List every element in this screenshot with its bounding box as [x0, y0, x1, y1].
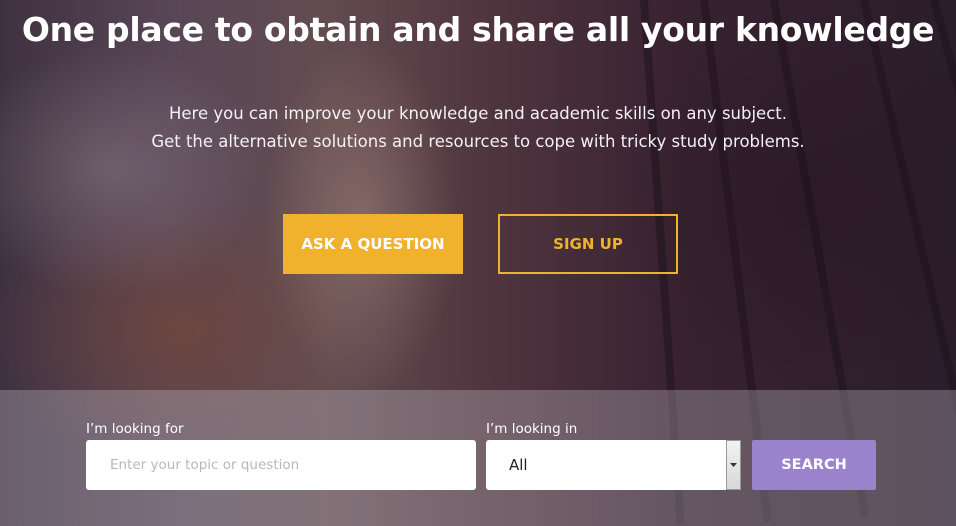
category-select-value: All [509, 456, 528, 474]
ask-question-button[interactable]: ASK A QUESTION [283, 214, 463, 274]
dropdown-arrow-icon[interactable] [726, 440, 741, 490]
page-title: One place to obtain and share all your k… [21, 10, 935, 49]
topic-search-input[interactable] [86, 440, 476, 490]
subtitle-line-1: Here you can improve your knowledge and … [168, 104, 787, 123]
looking-in-label: I’m looking in [486, 421, 578, 437]
subtitle-line-2: Get the alternative solutions and resour… [151, 132, 805, 151]
looking-for-label: I’m looking for [86, 421, 184, 437]
search-button[interactable]: SEARCH [752, 440, 876, 490]
sign-up-button[interactable]: SIGN UP [498, 214, 678, 274]
hero-subtitle: Here you can improve your knowledge and … [0, 100, 956, 156]
category-select[interactable]: All [486, 440, 741, 490]
caret-down-icon [730, 463, 737, 467]
